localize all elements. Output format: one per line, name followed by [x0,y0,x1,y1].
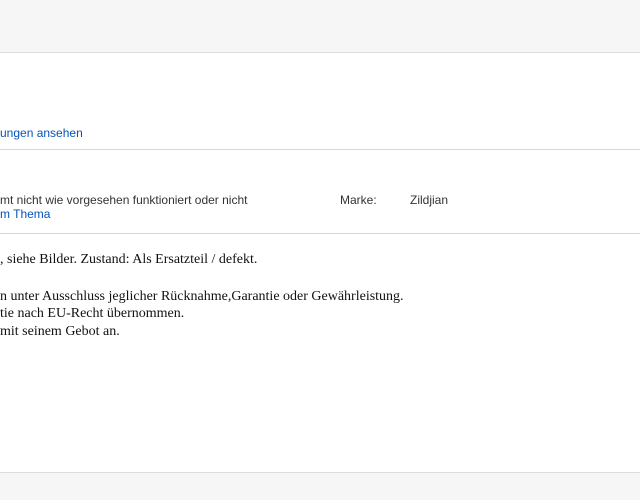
description-line: mit seinem Gebot an. [0,324,120,339]
brand-value: Zildjian [410,193,449,207]
description-line: , siehe Bilder. Zustand: Als Ersatzteil … [0,252,258,267]
bottom-section-band [0,472,640,500]
condition-description-text: mt nicht wie vorgesehen funktioniert ode… [0,193,248,207]
brand-label: Marke: [340,193,377,207]
section-divider [0,149,640,150]
description-line: tie nach EU-Recht übernommen. [0,306,185,321]
condition-topic-link[interactable]: m Thema [0,207,50,221]
description-line: n unter Ausschluss jeglicher Rücknahme,G… [0,289,404,304]
top-section-band [0,0,640,53]
view-reviews-link[interactable]: ungen ansehen [0,126,83,140]
section-divider [0,233,640,234]
